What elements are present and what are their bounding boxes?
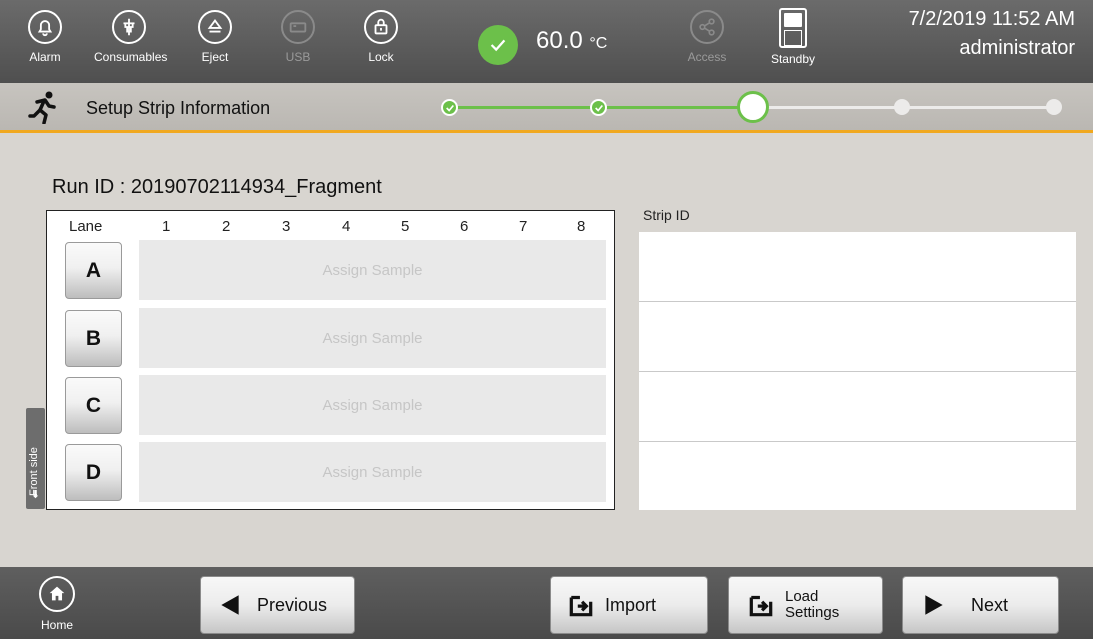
alarm-button[interactable]: Alarm bbox=[10, 8, 80, 80]
next-button[interactable]: Next bbox=[902, 576, 1059, 634]
import-button[interactable]: Import bbox=[550, 576, 708, 634]
temperature-readout: 60.0 °C bbox=[536, 27, 607, 55]
home-icon bbox=[39, 576, 75, 612]
next-label: Next bbox=[971, 594, 1009, 615]
temperature-ok-icon bbox=[478, 25, 518, 65]
lane-c-button[interactable]: C bbox=[65, 377, 122, 434]
strip-id-field[interactable] bbox=[639, 372, 1076, 442]
datetime-user: 7/2/2019 11:52 AM administrator bbox=[909, 8, 1075, 60]
temperature-unit: °C bbox=[589, 35, 608, 52]
step-bar: Setup Strip Information bbox=[0, 83, 1093, 133]
arrow-down-icon: ⬇ bbox=[30, 489, 41, 501]
eject-icon bbox=[198, 10, 232, 44]
usb-icon bbox=[281, 10, 315, 44]
load-settings-button[interactable]: Load Settings bbox=[728, 576, 883, 634]
home-button[interactable]: Home bbox=[32, 576, 82, 636]
datetime: 7/2/2019 11:52 AM bbox=[908, 8, 1075, 30]
column-header: 3 bbox=[282, 218, 291, 235]
lane-b-button[interactable]: B bbox=[65, 310, 122, 367]
eject-button[interactable]: Eject bbox=[180, 8, 250, 80]
running-person-icon bbox=[28, 91, 56, 124]
step-1-complete-icon bbox=[441, 99, 458, 116]
usb-label: USB bbox=[285, 50, 311, 64]
column-header: 4 bbox=[342, 218, 351, 235]
strip-lane-grid: Lane 1 2 3 4 5 6 7 8 A Assign Sample B A… bbox=[46, 210, 615, 510]
standby-label: Standby bbox=[770, 52, 816, 66]
load-settings-label-line-2: Settings bbox=[785, 604, 840, 621]
column-header: 5 bbox=[401, 218, 410, 235]
standby-icon bbox=[779, 8, 807, 48]
lane-b-assign-sample[interactable]: Assign Sample bbox=[139, 308, 606, 368]
arrow-right-icon bbox=[925, 595, 943, 615]
alarm-label: Alarm bbox=[29, 50, 61, 64]
consumables-label: Consumables bbox=[94, 50, 168, 64]
strip-id-field[interactable] bbox=[639, 442, 1076, 510]
lane-header: Lane bbox=[69, 218, 103, 235]
step-3-current-indicator bbox=[737, 91, 769, 123]
standby-button[interactable]: Standby bbox=[758, 8, 828, 80]
import-icon bbox=[569, 595, 593, 617]
front-side-indicator: Front side ⬇ bbox=[26, 408, 45, 509]
strip-id-field[interactable] bbox=[639, 302, 1076, 372]
current-user: administrator bbox=[959, 37, 1075, 59]
lock-icon bbox=[364, 10, 398, 44]
column-header: 1 bbox=[162, 218, 171, 235]
consumables-button[interactable]: Consumables bbox=[94, 8, 168, 80]
column-header: 8 bbox=[577, 218, 586, 235]
top-toolbar: Alarm Consumables Eject USB Lock 60.0 °C… bbox=[0, 0, 1093, 83]
load-settings-icon bbox=[749, 595, 773, 617]
strip-id-field[interactable] bbox=[639, 232, 1076, 302]
column-header: 7 bbox=[519, 218, 528, 235]
load-settings-label: Load Settings bbox=[785, 589, 839, 621]
column-header: 6 bbox=[460, 218, 469, 235]
access-label: Access bbox=[687, 50, 727, 64]
strip-id-label: Strip ID bbox=[643, 207, 690, 223]
import-label: Import bbox=[605, 594, 657, 615]
lock-label: Lock bbox=[368, 50, 394, 64]
usb-button[interactable]: USB bbox=[263, 8, 333, 80]
run-id: Run ID : 20190702114934_Fragment bbox=[52, 176, 382, 198]
strip-id-list bbox=[639, 232, 1076, 510]
bell-icon bbox=[28, 10, 62, 44]
previous-button[interactable]: Previous bbox=[200, 576, 355, 634]
lane-d-assign-sample[interactable]: Assign Sample bbox=[139, 442, 606, 502]
lock-button[interactable]: Lock bbox=[346, 8, 416, 80]
step-5-pending-indicator bbox=[1046, 99, 1062, 115]
lane-a-assign-sample[interactable]: Assign Sample bbox=[139, 240, 606, 300]
step-2-complete-icon bbox=[590, 99, 607, 116]
eject-label: Eject bbox=[201, 50, 229, 64]
lane-a-button[interactable]: A bbox=[65, 242, 122, 299]
bottom-navigation: Home Previous Import Load Settings Next bbox=[0, 567, 1093, 639]
lane-c-assign-sample[interactable]: Assign Sample bbox=[139, 375, 606, 435]
lane-d-button[interactable]: D bbox=[65, 444, 122, 501]
step-4-pending-indicator bbox=[894, 99, 910, 115]
home-label: Home bbox=[40, 618, 73, 632]
load-settings-label-line-1: Load bbox=[785, 588, 819, 605]
temperature-value: 60.0 bbox=[536, 27, 583, 54]
share-icon bbox=[690, 10, 724, 44]
consumables-icon bbox=[112, 10, 146, 44]
previous-label: Previous bbox=[257, 594, 328, 615]
column-header: 2 bbox=[222, 218, 231, 235]
step-title: Setup Strip Information bbox=[86, 98, 271, 118]
access-button[interactable]: Access bbox=[672, 8, 742, 80]
arrow-left-icon bbox=[221, 595, 239, 615]
